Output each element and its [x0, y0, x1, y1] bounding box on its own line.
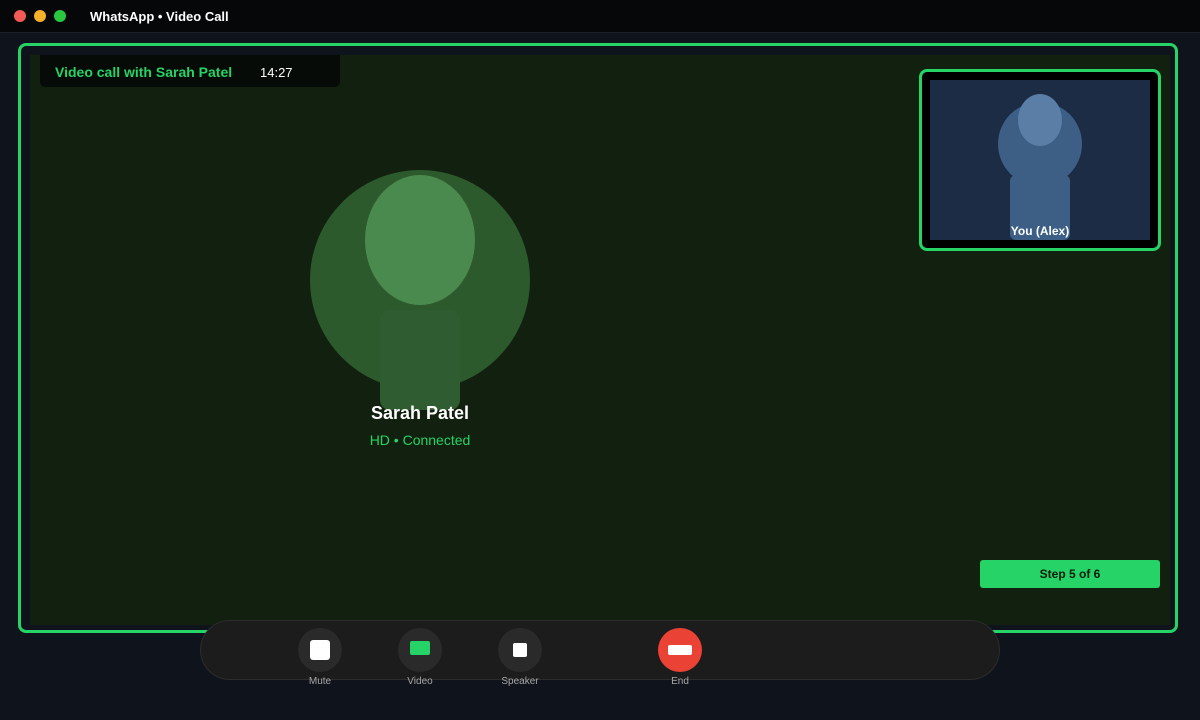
remote-avatar-head [365, 175, 475, 305]
speaker-icon [513, 643, 527, 657]
mute-label: Mute [308, 676, 332, 687]
video-toggle-button[interactable] [398, 628, 442, 672]
video-camera-icon [410, 641, 430, 655]
remote-participant-name: Sarah Patel [370, 403, 470, 423]
end-call-icon [668, 645, 692, 655]
self-view-video[interactable]: You (Alex) [930, 80, 1150, 240]
window-title: WhatsApp • Video Call [90, 9, 229, 24]
speaker-label: Speaker [501, 676, 539, 687]
remote-avatar-body [380, 310, 460, 410]
call-timer: 14:27 [260, 65, 293, 80]
video-label: Video [407, 676, 433, 687]
mute-button[interactable] [298, 628, 342, 672]
self-view-label: You (Alex) [1010, 224, 1070, 238]
connection-status: HD • Connected [369, 432, 471, 448]
end-label: End [671, 676, 689, 687]
close-window-button[interactable] [14, 10, 26, 22]
call-header: Video call with Sarah Patel 14:27 [40, 55, 340, 87]
call-title: Video call with Sarah Patel [55, 64, 233, 80]
self-avatar-head [1018, 94, 1062, 146]
microphone-icon [310, 640, 330, 660]
end-call-button[interactable] [658, 628, 702, 672]
title-bar: WhatsApp • Video Call [0, 0, 1200, 33]
speaker-button[interactable] [498, 628, 542, 672]
maximize-window-button[interactable] [54, 10, 66, 22]
step-progress-badge: Step 5 of 6 [980, 560, 1160, 588]
minimize-window-button[interactable] [34, 10, 46, 22]
